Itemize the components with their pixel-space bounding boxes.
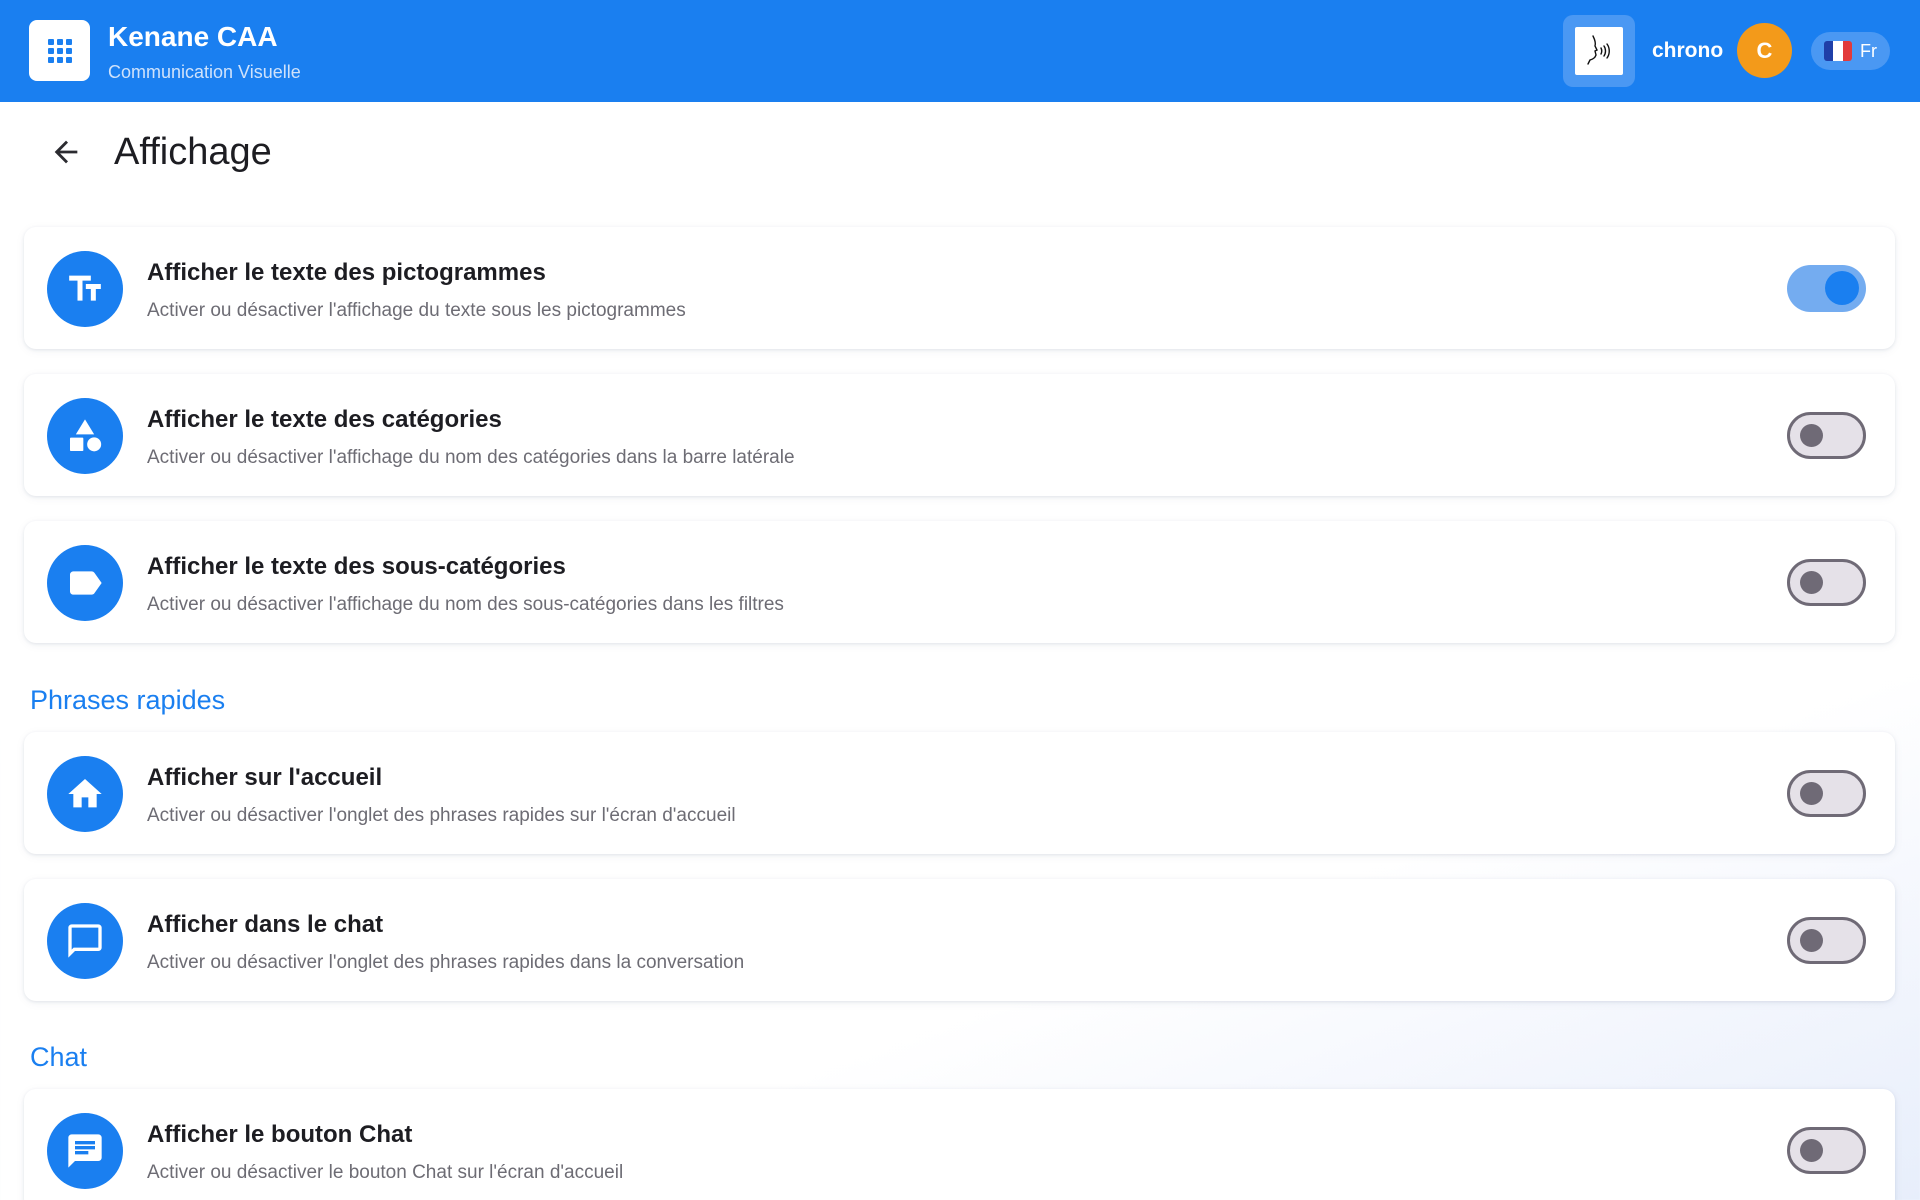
language-label: Fr — [1860, 40, 1877, 61]
user-name: chrono — [1652, 39, 1724, 62]
arrow-back-icon — [54, 140, 78, 164]
setting-title: Afficher le texte des catégories — [147, 406, 502, 433]
setting-description: Activer ou désactiver le bouton Chat sur… — [147, 1162, 624, 1183]
setting-title: Afficher le bouton Chat — [147, 1121, 413, 1148]
toggle-subcategory-text[interactable] — [1787, 559, 1866, 606]
apps-menu-button[interactable] — [29, 20, 90, 81]
setting-card-subcategory-text: Afficher le texte des sous-catégories Ac… — [24, 521, 1895, 643]
speaking-head-icon — [1575, 27, 1623, 75]
toggle-knob — [1800, 424, 1823, 447]
app-title: Kenane CAA — [108, 21, 278, 52]
toggle-knob — [1800, 782, 1823, 805]
app-subtitle: Communication Visuelle — [108, 62, 301, 82]
toggle-knob — [1825, 271, 1859, 305]
setting-description: Activer ou désactiver l'affichage du tex… — [147, 300, 686, 321]
setting-title: Afficher sur l'accueil — [147, 764, 383, 791]
setting-description: Activer ou désactiver l'onglet des phras… — [147, 952, 745, 973]
chat-bubble-outline-icon — [47, 903, 123, 979]
toggle-knob — [1800, 571, 1823, 594]
setting-title: Afficher le texte des pictogrammes — [147, 259, 546, 286]
back-button[interactable] — [42, 128, 90, 176]
speech-button[interactable] — [1563, 15, 1635, 87]
shapes-icon — [47, 398, 123, 474]
section-title-quick-phrases: Phrases rapides — [30, 685, 226, 715]
toggle-category-text[interactable] — [1787, 412, 1866, 459]
chat-bubble-filled-icon — [47, 1113, 123, 1189]
toggle-quick-phrases-chat[interactable] — [1787, 917, 1866, 964]
setting-card-category-text: Afficher le texte des catégories Activer… — [24, 374, 1895, 496]
app-bar: Kenane CAA Communication Visuelle chrono… — [0, 0, 1920, 102]
user-avatar[interactable]: C — [1737, 23, 1792, 78]
toggle-pictogram-text[interactable] — [1787, 265, 1866, 312]
text-size-icon — [47, 251, 123, 327]
apps-grid-icon — [47, 38, 72, 63]
setting-description: Activer ou désactiver l'affichage du nom… — [147, 447, 795, 468]
setting-title: Afficher le texte des sous-catégories — [147, 553, 566, 580]
section-title-chat: Chat — [30, 1042, 88, 1072]
home-icon — [47, 756, 123, 832]
french-flag-icon — [1824, 41, 1852, 61]
setting-description: Activer ou désactiver l'onglet des phras… — [147, 805, 736, 826]
label-icon — [47, 545, 123, 621]
language-selector[interactable]: Fr — [1811, 32, 1890, 70]
brand: Kenane CAA Communication Visuelle — [108, 20, 301, 84]
setting-card-quick-phrases-chat: Afficher dans le chat Activer ou désacti… — [24, 879, 1895, 1001]
page-title: Affichage — [114, 131, 272, 173]
toggle-knob — [1800, 1139, 1823, 1162]
toggle-chat-button[interactable] — [1787, 1127, 1866, 1174]
setting-card-quick-phrases-home: Afficher sur l'accueil Activer ou désact… — [24, 732, 1895, 854]
toggle-knob — [1800, 929, 1823, 952]
setting-description: Activer ou désactiver l'affichage du nom… — [147, 594, 784, 615]
toggle-quick-phrases-home[interactable] — [1787, 770, 1866, 817]
setting-card-pictogram-text: Afficher le texte des pictogrammes Activ… — [24, 227, 1895, 349]
setting-card-chat-button: Afficher le bouton Chat Activer ou désac… — [24, 1089, 1895, 1200]
setting-title: Afficher dans le chat — [147, 911, 384, 938]
